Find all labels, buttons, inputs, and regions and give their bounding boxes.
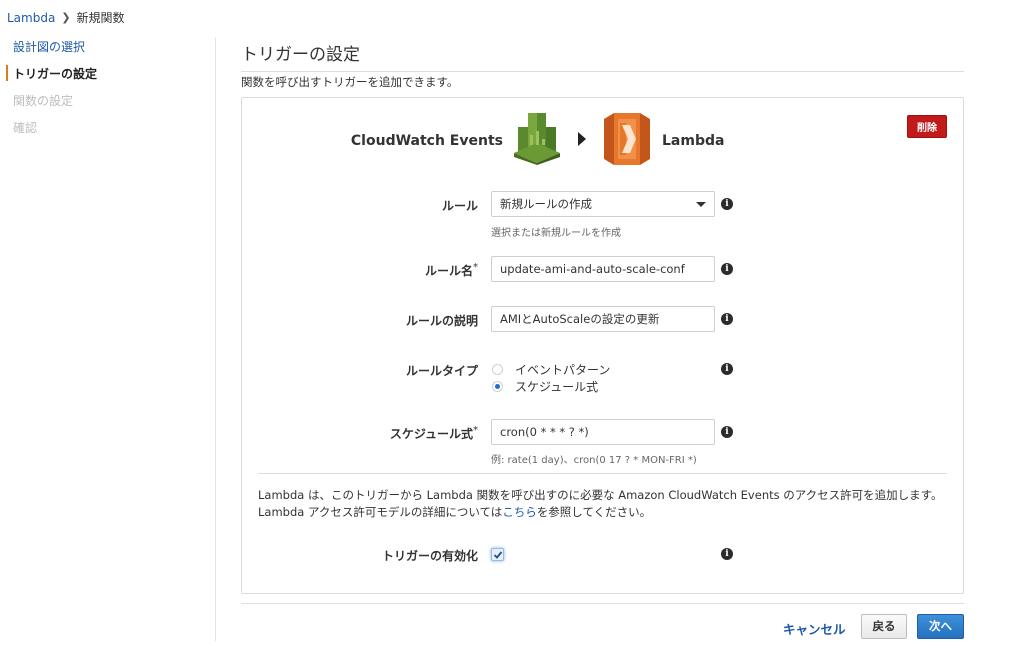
enable-trigger-checkbox[interactable]: [491, 548, 504, 561]
rule-label: ルール: [441, 199, 478, 213]
step-select-blueprint[interactable]: 設計図の選択: [0, 38, 215, 65]
schedule-label: スケジュール式*: [390, 425, 478, 442]
rule-type-option-event-pattern[interactable]: イベントパターン: [492, 361, 610, 378]
rule-name-input[interactable]: update-ami-and-auto-scale-conf: [491, 256, 715, 282]
radio-button-selected[interactable]: [492, 381, 503, 392]
radio-label: スケジュール式: [515, 380, 599, 394]
main-header: トリガーの設定 関数を呼び出すトリガーを追加できます。: [241, 40, 964, 90]
radio-label: イベントパターン: [515, 363, 611, 377]
divider: [258, 473, 947, 474]
rule-type-option-schedule[interactable]: スケジュール式: [492, 378, 598, 395]
info-icon[interactable]: i: [721, 313, 733, 325]
back-button[interactable]: 戻る: [861, 614, 907, 639]
permission-model-link[interactable]: こちら: [502, 505, 537, 519]
info-icon[interactable]: i: [721, 426, 733, 438]
trigger-destination-name: Lambda: [662, 133, 725, 149]
caret-down-icon: [696, 202, 706, 207]
breadcrumb: Lambda ❯ 新規関数: [7, 9, 125, 26]
breadcrumb-lambda-link[interactable]: Lambda: [7, 11, 55, 25]
rule-description-label: ルールの説明: [405, 314, 478, 328]
radio-button[interactable]: [492, 364, 503, 375]
info-icon[interactable]: i: [721, 198, 733, 210]
cancel-button[interactable]: キャンセル: [783, 619, 846, 638]
trigger-source-name: CloudWatch Events: [350, 133, 503, 149]
info-icon[interactable]: i: [721, 548, 733, 560]
rule-description-input[interactable]: AMIとAutoScaleの設定の更新: [491, 306, 715, 332]
schedule-help: 例: rate(1 day)、cron(0 17 ? * MON-FRI *): [491, 455, 697, 466]
trigger-panel: 削除 CloudWatch Events Lambda ルール 新規ルールの作成…: [241, 97, 964, 594]
checkmark-icon: [493, 551, 503, 559]
wizard-steps-sidebar: 設計図の選択 トリガーの設定 関数の設定 確認: [0, 38, 216, 641]
footer-divider: [241, 603, 964, 604]
rule-select[interactable]: 新規ルールの作成: [491, 191, 715, 217]
step-configure-trigger: トリガーの設定: [0, 65, 215, 92]
schedule-label-text: スケジュール式: [389, 427, 473, 441]
schedule-expression-input[interactable]: cron(0 * * * ? *): [491, 419, 715, 445]
chevron-right-icon: ❯: [61, 11, 71, 24]
step-configure-function: 関数の設定: [13, 94, 74, 108]
info-icon[interactable]: i: [721, 363, 733, 375]
cloudwatch-icon: [514, 113, 560, 165]
rule-name-label: ルール名*: [425, 262, 478, 279]
required-mark: *: [473, 262, 478, 273]
rule-select-value: 新規ルールの作成: [500, 197, 592, 211]
permission-text-end: を参照してください。: [536, 505, 652, 519]
info-icon[interactable]: i: [721, 263, 733, 275]
rule-name-label-text: ルール名: [424, 264, 473, 278]
next-button[interactable]: 次へ: [917, 614, 964, 639]
rule-type-label: ルールタイプ: [405, 364, 478, 378]
permission-notice: Lambda は、このトリガーから Lambda 関数を呼び出すのに必要な Am…: [258, 487, 947, 521]
trigger-header: CloudWatch Events Lambda: [242, 113, 963, 169]
page-subtitle: 関数を呼び出すトリガーを追加できます。: [241, 75, 459, 89]
breadcrumb-current: 新規関数: [76, 11, 125, 25]
required-mark: *: [473, 425, 478, 436]
lambda-icon: [604, 113, 650, 165]
step-review: 確認: [13, 121, 38, 135]
arrow-right-icon: [578, 132, 586, 146]
page-title: トリガーの設定: [241, 40, 964, 72]
enable-trigger-label: トリガーの有効化: [381, 549, 478, 563]
rule-help: 選択または新規ルールを作成: [491, 228, 621, 239]
